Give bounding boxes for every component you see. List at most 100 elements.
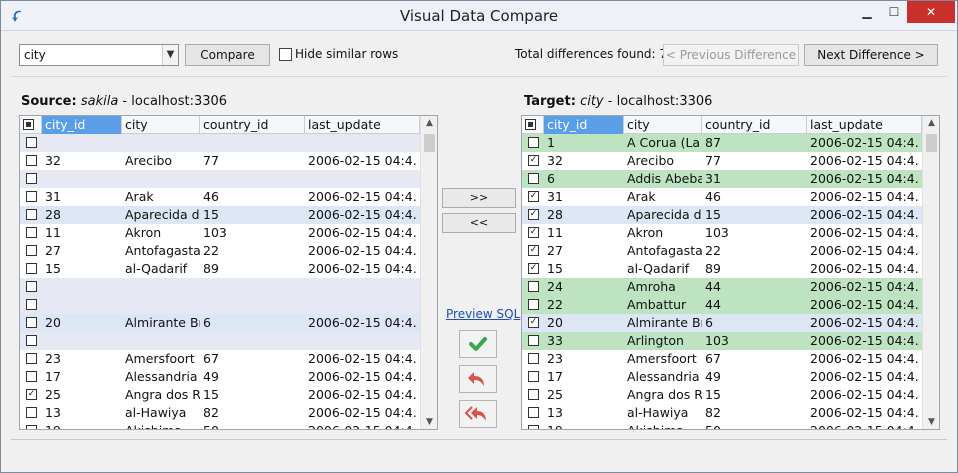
row-checkbox[interactable]: ✓ — [528, 191, 539, 202]
table-row[interactable]: ✓ 27 Antofagasta 22 2006-02-15 04:4. — [522, 242, 922, 260]
table-row[interactable]: 13 al-Hawiya 82 2006-02-15 04:4. — [522, 404, 922, 422]
table-row[interactable]: ✓ 15 al-Qadarif 89 2006-02-15 04:4. — [522, 260, 922, 278]
row-checkbox[interactable] — [26, 353, 37, 364]
table-select[interactable]: city ▼ — [19, 44, 179, 66]
copy-to-target-button[interactable]: >> — [442, 188, 516, 208]
scroll-thumb[interactable] — [926, 134, 937, 152]
scroll-up-icon[interactable]: ▲ — [421, 118, 437, 128]
chevron-down-icon[interactable]: ▼ — [162, 45, 178, 65]
table-row[interactable]: 1 A Corua (La 87 2006-02-15 04:4. — [522, 134, 922, 152]
row-checkbox[interactable] — [528, 371, 539, 382]
table-row[interactable]: 20 Almirante Br 6 2006-02-15 04:4. — [20, 314, 420, 332]
row-checkbox[interactable] — [528, 173, 539, 184]
compare-button[interactable]: Compare — [185, 44, 270, 66]
row-checkbox[interactable]: ✓ — [528, 245, 539, 256]
row-checkbox[interactable] — [26, 335, 37, 346]
table-row[interactable]: ✓ 11 Akron 103 2006-02-15 04:4. — [522, 224, 922, 242]
table-row[interactable]: 32 Arecibo 77 2006-02-15 04:4. — [20, 152, 420, 170]
table-row[interactable]: 11 Akron 103 2006-02-15 04:4. — [20, 224, 420, 242]
source-select-all-checkbox[interactable] — [20, 116, 42, 134]
source-col-header-city-id[interactable]: city_id — [42, 116, 122, 134]
table-row[interactable]: ✓ 25 Angra dos R 15 2006-02-15 04:4. — [20, 386, 420, 404]
table-row[interactable]: 23 Amersfoort 67 2006-02-15 04:4. — [522, 350, 922, 368]
target-col-header-last-update[interactable]: last_update — [807, 116, 922, 134]
target-col-header-city[interactable]: city — [624, 116, 702, 134]
row-checkbox[interactable] — [528, 299, 539, 310]
row-checkbox[interactable] — [528, 353, 539, 364]
table-row[interactable] — [20, 278, 420, 296]
table-row[interactable]: 15 al-Qadarif 89 2006-02-15 04:4. — [20, 260, 420, 278]
table-row[interactable]: 17 Alessandria 49 2006-02-15 04:4. — [522, 368, 922, 386]
table-row[interactable]: 24 Amroha 44 2006-02-15 04:4. — [522, 278, 922, 296]
copy-to-source-button[interactable]: << — [442, 213, 516, 233]
row-checkbox[interactable]: ✓ — [528, 155, 539, 166]
table-row[interactable] — [20, 134, 420, 152]
table-row[interactable]: 6 Addis Abeba 31 2006-02-15 04:4. — [522, 170, 922, 188]
table-row[interactable]: 17 Alessandria 49 2006-02-15 04:4. — [20, 368, 420, 386]
previous-difference-button[interactable]: < Previous Difference — [663, 44, 799, 66]
table-row[interactable] — [20, 332, 420, 350]
table-row[interactable]: 19Akishima502006-02-15 04:4. — [522, 422, 922, 429]
table-row[interactable]: 25 Angra dos R 15 2006-02-15 04:4. — [522, 386, 922, 404]
table-row[interactable]: 22 Ambattur 44 2006-02-15 04:4. — [522, 296, 922, 314]
next-difference-button[interactable]: Next Difference > — [804, 44, 938, 66]
source-vertical-scrollbar[interactable]: ▲ ▼ — [420, 116, 437, 429]
row-checkbox[interactable] — [528, 389, 539, 400]
row-checkbox[interactable]: ✓ — [528, 263, 539, 274]
row-checkbox[interactable] — [26, 209, 37, 220]
row-checkbox[interactable] — [26, 155, 37, 166]
target-grid[interactable]: city_id city country_id last_update 1 A Corua… — [521, 115, 940, 430]
undo-all-button[interactable] — [459, 400, 497, 428]
table-row[interactable]: ✓ 31 Arak 46 2006-02-15 04:4. — [522, 188, 922, 206]
row-checkbox[interactable] — [26, 263, 37, 274]
table-row[interactable]: ✓ 28 Aparecida d 15 2006-02-15 04:4. — [522, 206, 922, 224]
apply-button[interactable] — [459, 330, 497, 358]
source-col-header-last-update[interactable]: last_update — [305, 116, 420, 134]
row-checkbox[interactable] — [26, 227, 37, 238]
row-checkbox[interactable] — [528, 407, 539, 418]
row-checkbox[interactable] — [528, 281, 539, 292]
row-checkbox[interactable]: ✓ — [528, 209, 539, 220]
table-row[interactable]: ✓ 20 Almirante Br 6 2006-02-15 04:4. — [522, 314, 922, 332]
row-checkbox[interactable]: ✓ — [528, 227, 539, 238]
row-checkbox[interactable] — [26, 191, 37, 202]
row-checkbox[interactable] — [26, 173, 37, 184]
target-select-all-checkbox[interactable] — [522, 116, 544, 134]
row-checkbox[interactable]: ✓ — [528, 317, 539, 328]
row-checkbox[interactable] — [26, 371, 37, 382]
scroll-down-icon[interactable]: ▼ — [923, 417, 939, 427]
table-row[interactable]: 33 Arlington 103 2006-02-15 04:4. — [522, 332, 922, 350]
row-checkbox[interactable] — [26, 245, 37, 256]
table-row[interactable]: ✓ 32 Arecibo 77 2006-02-15 04:4. — [522, 152, 922, 170]
minimize-button[interactable]: ▁ — [852, 1, 882, 23]
target-col-header-city-id[interactable]: city_id — [544, 116, 624, 134]
row-checkbox[interactable] — [528, 425, 539, 429]
row-checkbox[interactable] — [26, 299, 37, 310]
row-checkbox[interactable] — [26, 281, 37, 292]
table-row[interactable]: 23 Amersfoort 67 2006-02-15 04:4. — [20, 350, 420, 368]
row-checkbox[interactable] — [528, 137, 539, 148]
target-vertical-scrollbar[interactable]: ▲ ▼ — [922, 116, 939, 429]
table-row[interactable] — [20, 296, 420, 314]
table-row[interactable]: 28 Aparecida d 15 2006-02-15 04:4. — [20, 206, 420, 224]
preview-sql-link[interactable]: Preview SQL — [446, 307, 520, 321]
scroll-thumb[interactable] — [424, 134, 435, 152]
row-checkbox[interactable]: ✓ — [26, 389, 37, 400]
source-col-header-country-id[interactable]: country_id — [200, 116, 305, 134]
source-grid[interactable]: city_id city country_id last_update 32 Arecib… — [19, 115, 438, 430]
table-row[interactable]: 31 Arak 46 2006-02-15 04:4. — [20, 188, 420, 206]
table-row[interactable]: 13 al-Hawiya 82 2006-02-15 04:4. — [20, 404, 420, 422]
row-checkbox[interactable] — [26, 137, 37, 148]
close-button[interactable]: ✕ — [907, 1, 955, 23]
target-col-header-country-id[interactable]: country_id — [702, 116, 807, 134]
table-row[interactable]: 27 Antofagasta 22 2006-02-15 04:4. — [20, 242, 420, 260]
maximize-button[interactable]: ☐ — [879, 1, 909, 23]
scroll-up-icon[interactable]: ▲ — [923, 118, 939, 128]
table-row[interactable]: 19Akishima502006-02-15 04:4. — [20, 422, 420, 429]
scroll-down-icon[interactable]: ▼ — [421, 417, 437, 427]
source-col-header-city[interactable]: city — [122, 116, 200, 134]
row-checkbox[interactable] — [26, 425, 37, 429]
row-checkbox[interactable] — [26, 407, 37, 418]
row-checkbox[interactable] — [528, 335, 539, 346]
table-row[interactable] — [20, 170, 420, 188]
